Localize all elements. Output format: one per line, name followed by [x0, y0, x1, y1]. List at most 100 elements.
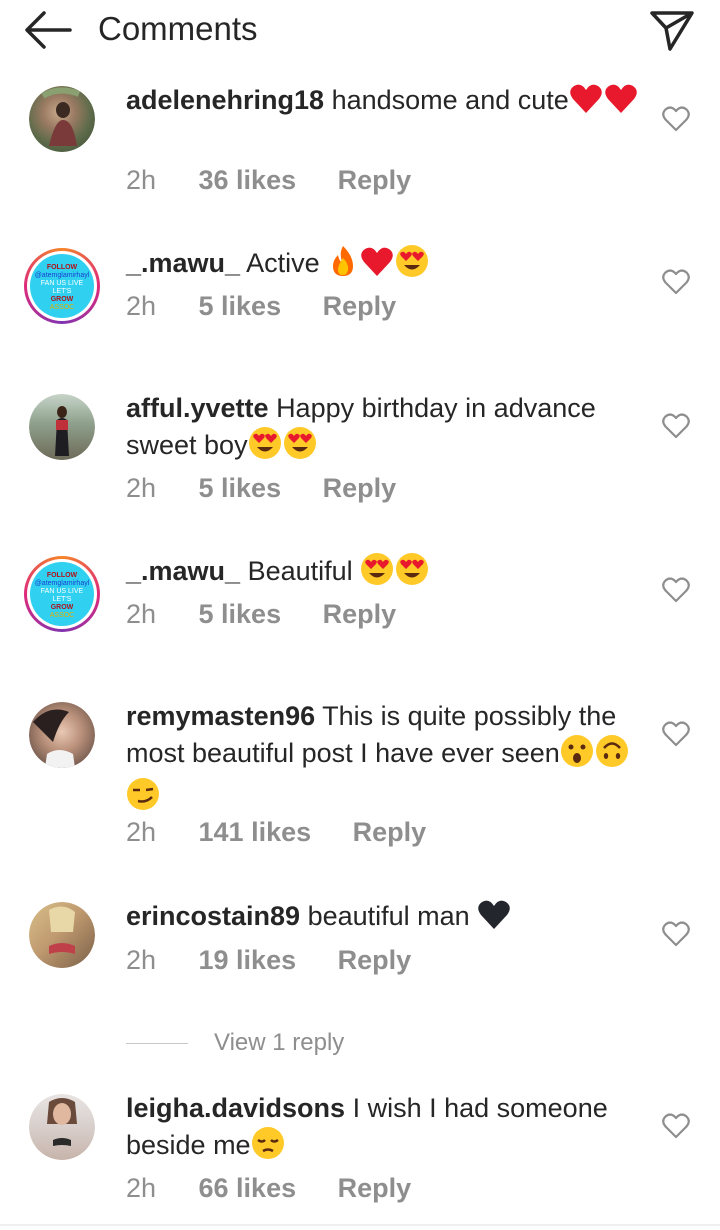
comment-meta: 2h 66 likes Reply — [126, 1171, 411, 1205]
reply-button[interactable]: Reply — [353, 815, 427, 849]
view-replies-label[interactable]: View 1 reply — [214, 1026, 344, 1060]
comment-meta: 2h 19 likes Reply — [126, 943, 411, 977]
avatar-photo — [41, 87, 81, 146]
comment-text: leigha.davidsons I wish I had someone be… — [126, 1090, 646, 1169]
avatar[interactable] — [29, 86, 95, 152]
heart-eyes-emoji — [360, 552, 394, 595]
comment-meta: 2h 36 likes Reply — [126, 163, 411, 197]
heart-outline-icon — [662, 413, 690, 439]
comment-body: beautiful man — [307, 901, 470, 931]
comment-time: 2h — [126, 165, 157, 195]
like-button[interactable] — [662, 413, 690, 439]
comment-text: afful.yvette Happy birthday in advance s… — [126, 390, 646, 469]
badge-line: FOLLOW — [46, 572, 78, 579]
pensive-face-emoji — [251, 1126, 285, 1169]
avatar-photo — [55, 406, 69, 456]
heart-eyes-emoji — [395, 552, 429, 595]
comment-time: 2h — [126, 817, 157, 847]
like-button[interactable] — [662, 577, 690, 603]
like-button[interactable] — [662, 106, 690, 132]
comment-likes[interactable]: 36 likes — [199, 163, 297, 197]
comment-likes[interactable]: 5 likes — [199, 289, 282, 323]
comment-username[interactable]: _.mawu_ — [126, 248, 240, 278]
comment-time: 2h — [126, 473, 157, 503]
comment-username[interactable]: remymasten96 — [126, 701, 315, 731]
red-heart-emoji — [604, 83, 638, 124]
avatar[interactable] — [29, 1094, 95, 1160]
fire-emoji — [327, 244, 359, 287]
avatar-photo — [33, 709, 75, 768]
share-button[interactable] — [648, 8, 696, 52]
red-heart-emoji — [569, 83, 603, 124]
upside-down-face-emoji — [595, 734, 629, 777]
comment-text: _.mawu_ Beautiful — [126, 552, 646, 595]
avatar[interactable] — [29, 902, 95, 968]
comment-text: erincostain89 beautiful man — [126, 898, 646, 940]
like-button[interactable] — [662, 921, 690, 947]
back-button[interactable] — [22, 8, 74, 52]
heart-eyes-emoji — [395, 244, 429, 287]
comment-meta: 2h 5 likes Reply — [126, 289, 396, 323]
badge-line: @atemglamirhayl — [34, 272, 90, 279]
like-button[interactable] — [662, 721, 690, 747]
avatar-photo — [47, 1098, 77, 1146]
red-heart-emoji — [360, 246, 394, 287]
comment-username[interactable]: leigha.davidsons — [126, 1093, 345, 1123]
comment-body: handsome and cute — [331, 85, 569, 115]
like-button[interactable] — [662, 269, 690, 295]
heart-outline-icon — [662, 269, 690, 295]
comment-time: 2h — [126, 291, 157, 321]
comment-time: 2h — [126, 945, 157, 975]
comment-meta: 2h 141 likes Reply — [126, 815, 426, 849]
avatar[interactable]: FOLLOW @atemglamirhayl FAN US LIVE LET'S… — [24, 556, 100, 632]
badge-line: ASSOC — [49, 612, 75, 619]
comment-likes[interactable]: 66 likes — [199, 1171, 297, 1205]
black-heart-emoji — [477, 899, 511, 940]
reply-button[interactable]: Reply — [323, 471, 397, 505]
comment-text: _.mawu_ Active — [126, 244, 646, 287]
comment-time: 2h — [126, 599, 157, 629]
badge-line: @atemglamirhayl — [34, 580, 90, 587]
badge-line: LET'S — [52, 288, 72, 295]
reply-button[interactable]: Reply — [323, 597, 397, 631]
badge-line: GROW — [50, 604, 74, 611]
comment-likes[interactable]: 141 likes — [199, 815, 312, 849]
comment-username[interactable]: adelenehring18 — [126, 85, 324, 115]
heart-outline-icon — [662, 1113, 690, 1139]
comment-meta: 2h 5 likes Reply — [126, 597, 396, 631]
reply-button[interactable]: Reply — [338, 1171, 412, 1205]
badge-line: LET'S — [52, 596, 72, 603]
comment-likes[interactable]: 5 likes — [199, 471, 282, 505]
paper-plane-icon — [650, 11, 694, 51]
avatar[interactable]: FOLLOW @atemglamirhayl FAN US LIVE LET'S… — [24, 248, 100, 324]
avatar-photo — [49, 906, 75, 954]
comment-likes[interactable]: 19 likes — [199, 943, 297, 977]
reply-button[interactable]: Reply — [323, 289, 397, 323]
smirking-face-emoji — [126, 777, 160, 820]
follow-badge: FOLLOW @atemglamirhayl FAN US LIVE LET'S… — [30, 562, 94, 626]
heart-outline-icon — [662, 577, 690, 603]
arrow-left-icon — [25, 11, 72, 49]
comment-text: adelenehring18 handsome and cute — [126, 82, 646, 124]
heart-eyes-emoji — [248, 426, 282, 469]
comment-time: 2h — [126, 1173, 157, 1203]
reply-button[interactable]: Reply — [338, 163, 412, 197]
follow-badge: FOLLOW @atemglamirhayl FAN US LIVE LET'S… — [30, 254, 94, 318]
comment-likes[interactable]: 5 likes — [199, 597, 282, 631]
heart-outline-icon — [662, 721, 690, 747]
badge-line: FOLLOW — [46, 264, 78, 271]
badge-line: ASSOC — [49, 304, 75, 311]
badge-line: FAN US LIVE — [40, 280, 84, 287]
badge-line: FAN US LIVE — [40, 588, 84, 595]
reply-button[interactable]: Reply — [338, 943, 412, 977]
avatar[interactable] — [29, 394, 95, 460]
header-bar: Comments — [0, 0, 720, 62]
comment-username[interactable]: _.mawu_ — [126, 556, 240, 586]
heart-outline-icon — [662, 921, 690, 947]
comment-body: Active — [246, 248, 320, 278]
avatar[interactable] — [29, 702, 95, 768]
comment-username[interactable]: erincostain89 — [126, 901, 300, 931]
like-button[interactable] — [662, 1113, 690, 1139]
badge-line: GROW — [50, 296, 74, 303]
comment-username[interactable]: afful.yvette — [126, 393, 269, 423]
